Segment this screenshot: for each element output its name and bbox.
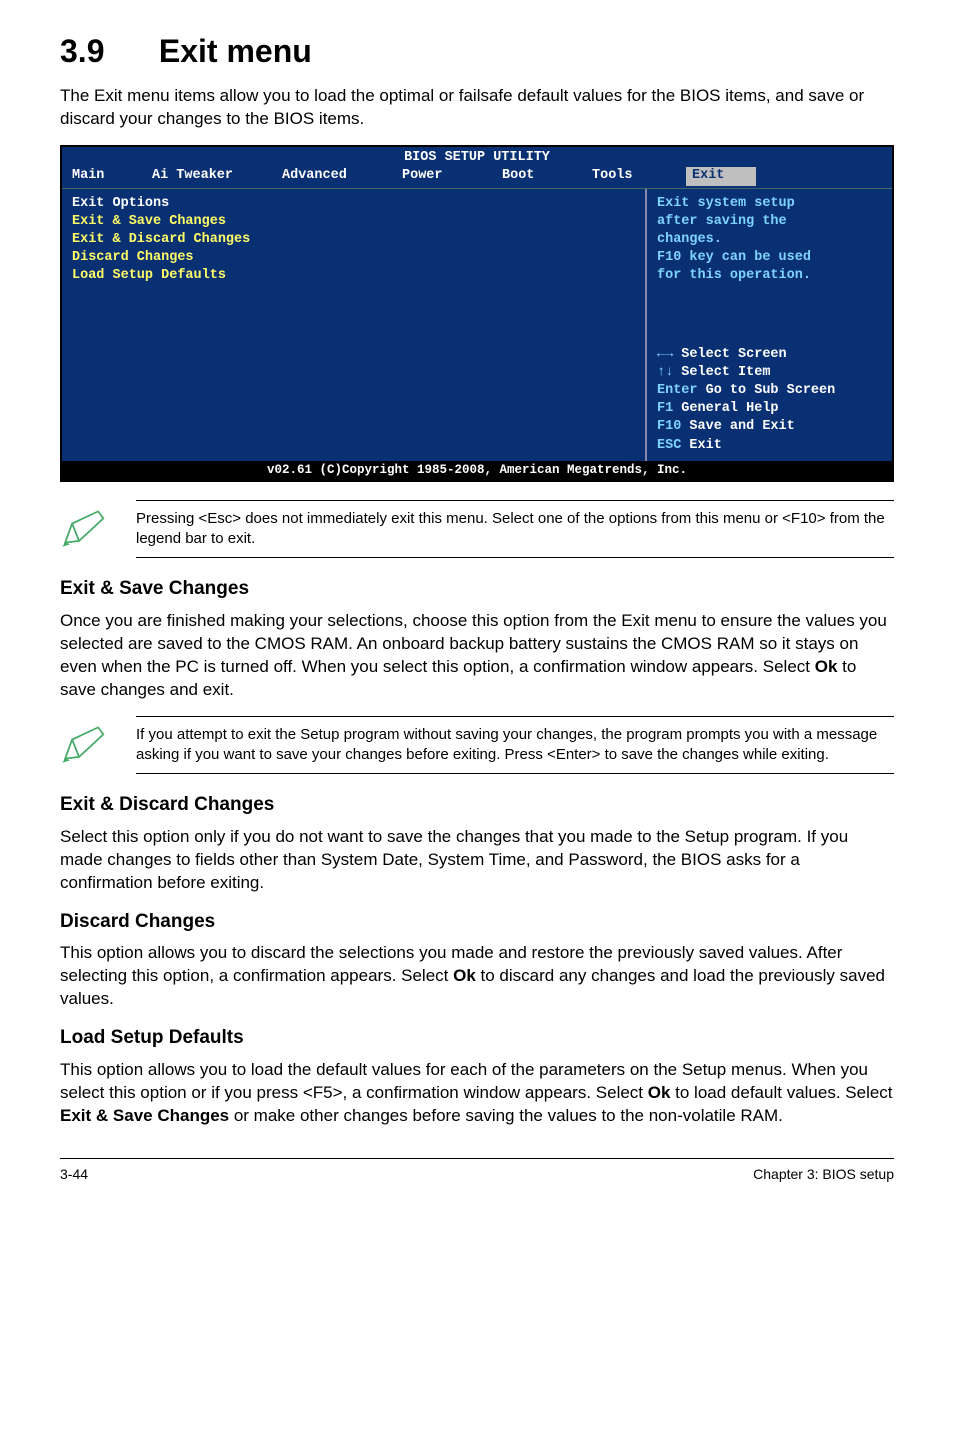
bios-help-line: F10 key can be used <box>657 249 882 267</box>
key-f1: F1 <box>657 401 673 416</box>
tab-boot: Boot <box>496 167 586 185</box>
bold-ok: Ok <box>815 657 838 676</box>
tab-advanced: Advanced <box>276 167 396 185</box>
text-run: or make other changes before saving the … <box>229 1106 783 1125</box>
bios-left-pane: Exit Options Exit & Save Changes Exit & … <box>62 189 647 461</box>
key-enter: Enter <box>657 383 698 398</box>
paragraph: This option allows you to load the defau… <box>60 1059 894 1128</box>
paragraph: Select this option only if you do not wa… <box>60 826 894 895</box>
text-run: Once you are finished making your select… <box>60 611 887 676</box>
bios-help-line: after saving the <box>657 213 882 231</box>
key-desc: Save and Exit <box>681 419 794 434</box>
chapter-label: Chapter 3: BIOS setup <box>753 1165 894 1184</box>
tab-main: Main <box>66 167 146 185</box>
subheading-save: Exit & Save Changes <box>60 576 894 602</box>
bold-ok: Ok <box>648 1083 671 1102</box>
bios-body: Exit Options Exit & Save Changes Exit & … <box>62 188 892 461</box>
key-arrows-lr: ←→ <box>657 347 673 362</box>
key-desc: Select Screen <box>673 347 786 362</box>
page-footer: 3-44 Chapter 3: BIOS setup <box>60 1158 894 1184</box>
note-text: If you attempt to exit the Setup program… <box>136 716 894 775</box>
bios-help-line: Exit system setup <box>657 195 882 213</box>
intro-paragraph: The Exit menu items allow you to load th… <box>60 85 894 131</box>
bios-menu-item: Load Setup Defaults <box>72 267 635 285</box>
bios-right-pane: Exit system setup after saving the chang… <box>647 189 892 461</box>
tab-tools: Tools <box>586 167 686 185</box>
key-f10: F10 <box>657 419 681 434</box>
subheading-discard: Discard Changes <box>60 909 894 935</box>
pencil-note-icon <box>60 716 116 771</box>
tab-exit-active: Exit <box>686 167 756 185</box>
bios-screenshot: BIOS SETUP UTILITY Main Ai Tweaker Advan… <box>60 145 894 482</box>
subheading-discard-exit: Exit & Discard Changes <box>60 792 894 818</box>
page-number: 3-44 <box>60 1165 88 1184</box>
bios-key-legend: ←→ Select Screen ↑↓ Select Item Enter Go… <box>657 346 882 455</box>
note-block: If you attempt to exit the Setup program… <box>60 716 894 775</box>
key-desc: Select Item <box>673 365 770 380</box>
tab-power: Power <box>396 167 496 185</box>
bios-left-heading: Exit Options <box>72 195 635 213</box>
bold-ok: Ok <box>453 966 476 985</box>
section-heading: 3.9 Exit menu <box>60 30 894 73</box>
paragraph: Once you are finished making your select… <box>60 610 894 702</box>
tab-ai-tweaker: Ai Tweaker <box>146 167 276 185</box>
key-esc: ESC <box>657 438 681 453</box>
bios-help-line: for this operation. <box>657 267 882 285</box>
section-title-text: Exit menu <box>159 33 312 69</box>
subheading-load-defaults: Load Setup Defaults <box>60 1025 894 1051</box>
key-desc: General Help <box>673 401 778 416</box>
bios-help-text: Exit system setup after saving the chang… <box>657 195 882 286</box>
note-text: Pressing <Esc> does not immediately exit… <box>136 500 894 559</box>
bios-menu-item: Discard Changes <box>72 249 635 267</box>
bold-exit-save: Exit & Save Changes <box>60 1106 229 1125</box>
bios-menu-item: Exit & Save Changes <box>72 213 635 231</box>
bios-copyright: v02.61 (C)Copyright 1985-2008, American … <box>62 461 892 480</box>
note-block: Pressing <Esc> does not immediately exit… <box>60 500 894 559</box>
bios-menu-item: Exit & Discard Changes <box>72 231 635 249</box>
paragraph: This option allows you to discard the se… <box>60 942 894 1011</box>
section-number: 3.9 <box>60 30 150 73</box>
key-desc: Go to Sub Screen <box>698 383 836 398</box>
key-desc: Exit <box>681 438 722 453</box>
pencil-note-icon <box>60 500 116 555</box>
bios-title: BIOS SETUP UTILITY <box>62 147 892 167</box>
text-run: to load default values. Select <box>670 1083 892 1102</box>
bios-tab-bar: Main Ai Tweaker Advanced Power Boot Tool… <box>62 167 892 187</box>
bios-help-line: changes. <box>657 231 882 249</box>
key-arrows-ud: ↑↓ <box>657 365 673 380</box>
